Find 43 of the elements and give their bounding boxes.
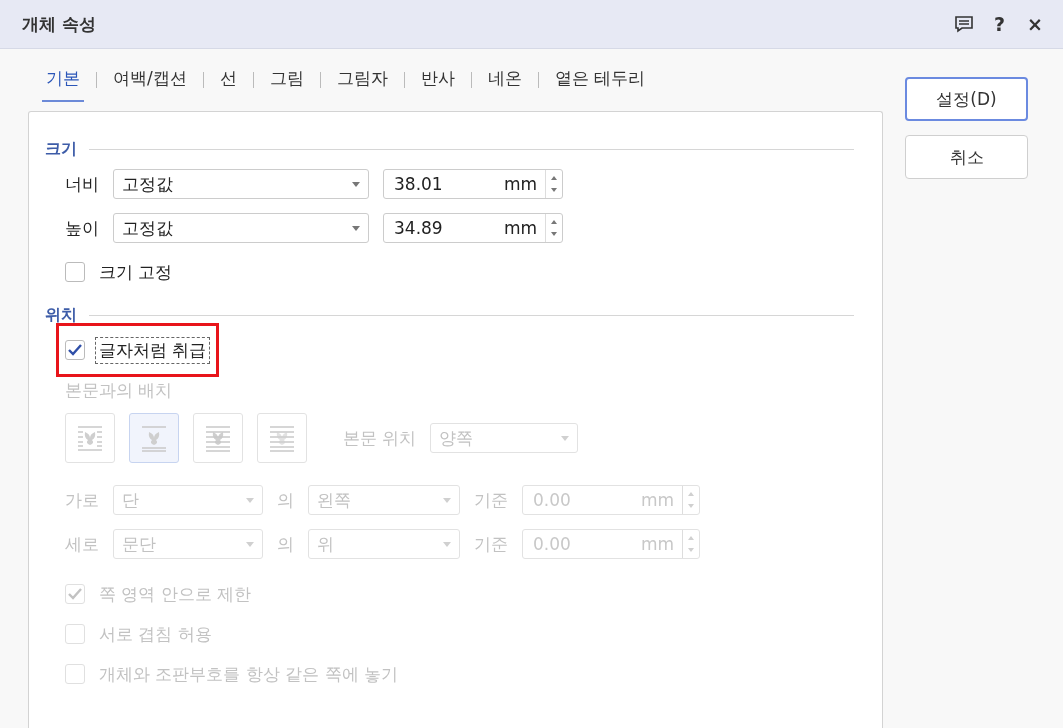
section-heading: 크기 bbox=[45, 138, 77, 160]
field-label: 의 bbox=[277, 532, 294, 556]
checkbox[interactable] bbox=[65, 262, 85, 282]
checkbox-label: 개체와 조판부호를 항상 같은 쪽에 놓기 bbox=[98, 662, 400, 686]
dropdown[interactable]: 고정값 bbox=[113, 213, 369, 243]
tab[interactable]: 여백/캡션 bbox=[109, 58, 191, 102]
tab[interactable]: 옅은 테두리 bbox=[550, 58, 650, 102]
field-label: 높이 bbox=[65, 216, 99, 240]
number-field[interactable]: 34.89 mm bbox=[383, 213, 563, 243]
caret-icon bbox=[246, 497, 254, 503]
tab[interactable]: 네온 bbox=[483, 58, 526, 102]
tab[interactable]: 그림자 bbox=[332, 58, 392, 102]
field-label: 세로 bbox=[65, 532, 99, 556]
tab[interactable]: 반사 bbox=[416, 58, 459, 102]
field-label: 본문 위치 bbox=[343, 426, 417, 450]
group-label: 본문과의 배치 bbox=[65, 378, 173, 402]
dialog-button[interactable]: 취소 bbox=[905, 135, 1028, 179]
tab[interactable]: 그림 bbox=[265, 58, 308, 102]
field-label: 기준 bbox=[474, 488, 508, 512]
close-button[interactable]: × bbox=[1025, 13, 1045, 35]
tab[interactable]: 기본 bbox=[42, 58, 84, 102]
section-heading: 위치 bbox=[45, 304, 77, 326]
help-button[interactable]: ? bbox=[992, 13, 1008, 35]
field-label: 기준 bbox=[474, 532, 508, 556]
dropdown[interactable]: 고정값 bbox=[113, 169, 369, 199]
caret-icon bbox=[352, 181, 360, 187]
checkbox-label: 서로 겹침 허용 bbox=[98, 622, 213, 646]
dialog-button[interactable]: 설정(D) bbox=[905, 77, 1028, 121]
number-field[interactable]: 38.01 mm bbox=[383, 169, 563, 199]
caret-icon bbox=[443, 541, 451, 547]
checkbox-label: 글자처럼 취급 bbox=[95, 336, 211, 364]
checkbox-label: 쪽 영역 안으로 제한 bbox=[98, 582, 253, 606]
window-title: 개체 속성 bbox=[22, 12, 97, 36]
tab[interactable]: 선 bbox=[215, 58, 241, 102]
caret-icon bbox=[561, 435, 570, 441]
field-label: 가로 bbox=[65, 488, 99, 512]
checkbox-label: 크기 고정 bbox=[98, 260, 174, 284]
field-label: 의 bbox=[277, 488, 294, 512]
caret-icon bbox=[443, 497, 451, 503]
caret-icon bbox=[352, 225, 360, 231]
caret-icon bbox=[246, 541, 254, 547]
field-label: 너비 bbox=[65, 172, 99, 196]
comment-icon[interactable] bbox=[954, 15, 975, 33]
